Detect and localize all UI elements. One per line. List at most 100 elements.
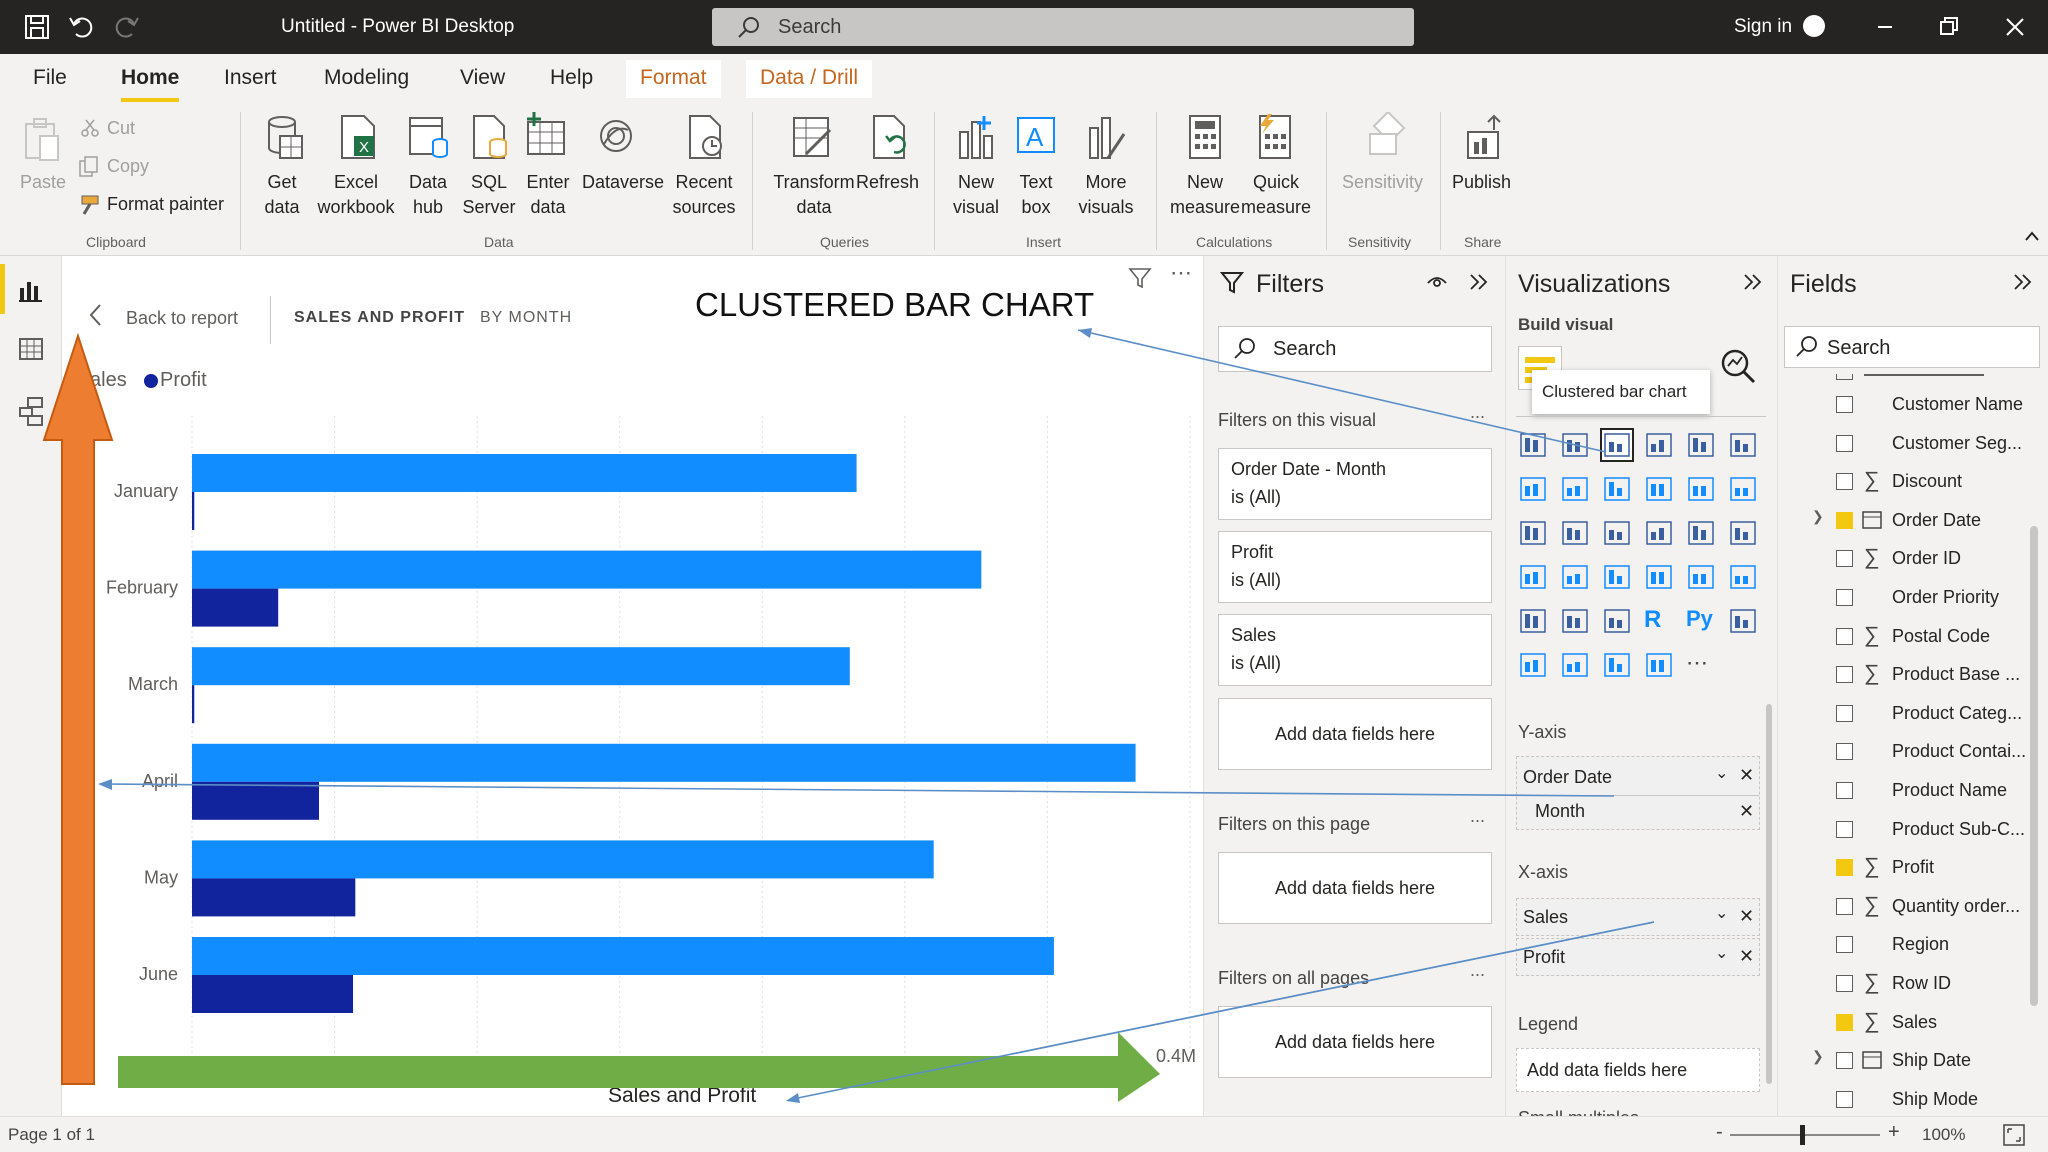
field-checkbox[interactable] (1836, 782, 1853, 799)
eye-icon[interactable] (1426, 272, 1448, 292)
profit-bar-june[interactable] (192, 975, 354, 1013)
field-item[interactable]: ∑ Sales (1778, 1004, 2048, 1042)
tab-modeling[interactable]: Modeling (324, 66, 409, 90)
field-checkbox[interactable] (1836, 1090, 1853, 1108)
table-visual-icon[interactable] (1560, 606, 1590, 636)
zoom-slider-thumb[interactable] (1800, 1125, 1805, 1145)
tab-data-drill[interactable]: Data / Drill (746, 60, 873, 98)
more-options-icon[interactable]: ... (1470, 402, 1485, 423)
filter-card-sales[interactable]: Sales is (All) (1218, 614, 1492, 686)
donut-visual-icon[interactable] (1686, 518, 1716, 548)
chevron-down-icon[interactable]: ⌄ (1715, 763, 1728, 783)
field-checkbox[interactable] (1836, 666, 1853, 684)
restore-icon[interactable] (1936, 14, 1962, 40)
field-item[interactable]: Product Contai... (1778, 733, 2048, 771)
profit-bar-may[interactable] (192, 878, 356, 917)
remove-field-icon[interactable]: ✕ (1739, 906, 1754, 927)
field-checkbox[interactable] (1836, 1013, 1853, 1031)
field-item[interactable]: Order Priority (1778, 579, 2048, 617)
field-checkbox[interactable] (1836, 627, 1853, 645)
matrix-visual-icon[interactable] (1602, 606, 1632, 636)
scatter-visual-icon[interactable] (1602, 518, 1632, 548)
power-apps-visual-icon[interactable] (1644, 650, 1674, 680)
model-view-icon[interactable] (18, 396, 46, 426)
refresh-button[interactable]: Refresh (856, 170, 919, 195)
table-view-icon[interactable] (18, 336, 44, 362)
funnel-visual-icon[interactable] (1560, 518, 1590, 548)
pie-visual-icon[interactable] (1644, 518, 1674, 548)
field-checkbox[interactable] (1836, 589, 1853, 606)
multi-row-card-visual-icon[interactable] (1686, 562, 1716, 592)
stacked-bar-visual-icon[interactable] (1518, 430, 1548, 460)
expand-chevron-icon[interactable]: ❯ (1812, 508, 1824, 525)
expand-chevron-icon[interactable]: ❯ (1812, 1048, 1824, 1065)
map-visual-icon[interactable] (1518, 562, 1548, 592)
sales-bar-january[interactable] (192, 454, 857, 492)
field-checkbox[interactable] (1836, 704, 1853, 722)
save-icon[interactable] (24, 14, 50, 40)
tab-file[interactable]: File (33, 66, 67, 90)
redo-icon[interactable] (114, 14, 140, 40)
publish-button[interactable]: Publish (1452, 170, 1511, 195)
field-checkbox[interactable] (1836, 396, 1853, 413)
undo-icon[interactable] (68, 14, 94, 40)
100-stacked-bar-visual-icon[interactable] (1686, 430, 1716, 460)
remove-field-icon[interactable]: ✕ (1739, 946, 1754, 967)
sales-bar-may[interactable] (192, 840, 934, 879)
add-visual-filter-field[interactable]: Add data fields here (1218, 698, 1492, 770)
slicer-visual-icon[interactable] (1518, 606, 1548, 636)
filled-map-visual-icon[interactable] (1560, 562, 1590, 592)
more-visual-icon[interactable]: ⋯ (1686, 650, 1716, 680)
field-item[interactable]: Product Categ... (1778, 695, 2048, 733)
field-checkbox[interactable] (1836, 859, 1853, 877)
field-item[interactable]: ∑ Order ID (1778, 540, 2048, 578)
tab-help[interactable]: Help (550, 66, 593, 90)
stacked-column-visual-icon[interactable] (1560, 430, 1590, 460)
filter-card-order-date[interactable]: Order Date - Month is (All) (1218, 448, 1492, 520)
zoom-in-button[interactable]: + (1888, 1121, 1900, 1144)
field-item[interactable]: ∑ Discount (1778, 463, 2048, 501)
new-measure-button[interactable]: New measure (1170, 170, 1240, 220)
clustered-bar-chart[interactable]: January February March April May June (62, 256, 1204, 1116)
more-options-icon[interactable]: ... (1470, 960, 1485, 981)
field-checkbox[interactable] (1836, 473, 1853, 491)
fields-scrollbar[interactable] (2030, 526, 2038, 1006)
stacked-area-visual-icon[interactable] (1602, 474, 1632, 504)
line-visual-icon[interactable] (1518, 474, 1548, 504)
r-visual-visual-icon[interactable]: R (1644, 606, 1674, 636)
profit-bar-february[interactable] (192, 588, 279, 627)
paginated-report-visual-icon[interactable] (1602, 650, 1632, 680)
tab-home[interactable]: Home (121, 66, 179, 90)
field-item[interactable]: Customer Seg... (1778, 425, 2048, 463)
quick-measure-button[interactable]: Quick measure (1240, 170, 1312, 220)
y-field-order-date[interactable]: Order Date (1523, 767, 1612, 788)
search-bar[interactable]: Search (712, 8, 1414, 46)
field-checkbox[interactable] (1836, 820, 1853, 838)
field-checkbox[interactable] (1836, 550, 1853, 568)
collapse-filters-icon[interactable] (1468, 272, 1490, 292)
close-icon[interactable] (2002, 14, 2028, 40)
profit-bar-january[interactable] (192, 492, 195, 530)
sql-server-button[interactable]: SQL Server (458, 170, 520, 220)
profit-bar-april[interactable] (192, 781, 320, 820)
field-item[interactable]: Product Name (1778, 772, 2048, 810)
y-field-month[interactable]: Month (1535, 801, 1585, 822)
field-item[interactable]: Region (1778, 926, 2048, 964)
zoom-slider[interactable] (1730, 1134, 1880, 1136)
format-painter-button[interactable]: Format painter (107, 192, 224, 217)
add-page-filter-field[interactable]: Add data fields here (1218, 852, 1492, 924)
field-item[interactable]: ∑ Profit (1778, 849, 2048, 887)
profit-bar-march[interactable] (192, 685, 195, 724)
field-item[interactable]: Product Sub-C... (1778, 811, 2048, 849)
field-checkbox[interactable] (1836, 975, 1853, 992)
field-item[interactable]: ❯ Order Date (1778, 502, 2048, 540)
chevron-down-icon[interactable]: ⌄ (1715, 903, 1728, 923)
y-axis-well[interactable]: Order Date ⌄ ✕ Month ✕ (1516, 756, 1760, 830)
sign-in-link[interactable]: Sign in (1734, 16, 1792, 38)
sales-bar-june[interactable] (192, 937, 1054, 975)
excel-workbook-button[interactable]: Excel workbook (316, 170, 396, 220)
ribbon-visual-icon[interactable] (1728, 474, 1758, 504)
data-hub-button[interactable]: Data hub (398, 170, 458, 220)
field-checkbox[interactable] (1836, 511, 1853, 529)
transform-data-button[interactable]: Transform data (772, 170, 856, 220)
